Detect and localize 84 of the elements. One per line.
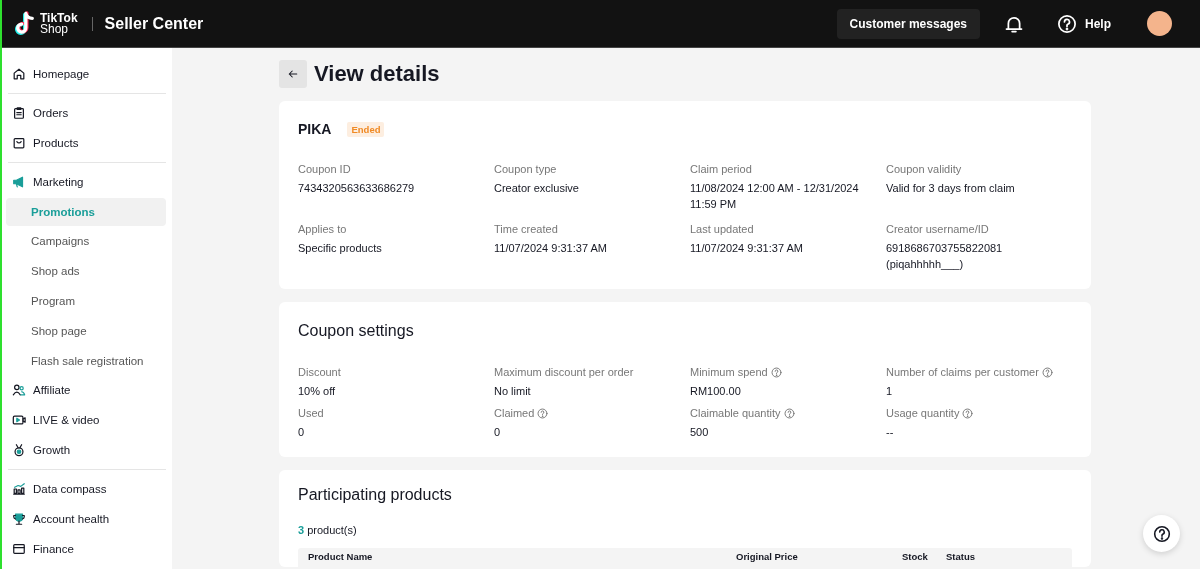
sidebar-subitem[interactable]: Shop ads — [6, 257, 166, 286]
column-header: Original Price — [736, 551, 799, 564]
field-label: Time created — [494, 222, 559, 237]
field-label: Last updated — [690, 222, 755, 237]
field-label: Coupon validity — [886, 162, 963, 177]
sidebar-item[interactable]: Account health — [6, 504, 166, 533]
back-button[interactable] — [279, 60, 307, 88]
section-title: Participating products — [298, 486, 453, 504]
field-label: Discount — [298, 365, 341, 380]
field-value: Specific products — [298, 241, 383, 256]
field-value: 0 — [298, 425, 306, 440]
field-value: 11/07/2024 9:31:37 AM — [494, 241, 608, 256]
field-label: Claimable quantity — [690, 406, 781, 421]
trophy-icon — [12, 511, 26, 526]
help-button[interactable] — [1143, 515, 1180, 552]
field-label: Used — [298, 406, 324, 421]
help-icon — [1152, 524, 1171, 543]
column-header: Product Name — [308, 551, 374, 564]
sidebar-item[interactable]: Data compass — [6, 474, 166, 503]
sidebar-item[interactable]: Products — [6, 128, 166, 157]
field-value: 11/08/2024 12:00 AM - 12/31/2024 11:59 PM — [690, 181, 860, 212]
help-icon — [1057, 13, 1077, 34]
logo-text: Shop — [40, 23, 69, 35]
field-label: Applies to — [298, 222, 348, 237]
field-value: 1 — [886, 384, 894, 399]
clipboard-icon — [12, 106, 26, 120]
customer-messages-button[interactable]: Customer messages — [836, 8, 980, 39]
field-label: Coupon type — [494, 162, 558, 177]
help-icon — [770, 366, 782, 378]
sidebar-item[interactable]: Homepage — [6, 60, 166, 88]
field-value: Creator exclusive — [494, 181, 580, 196]
sidebar-subitem[interactable]: Campaigns — [6, 227, 166, 256]
avatar[interactable] — [1147, 11, 1172, 36]
field-value: Valid for 3 days from claim — [886, 181, 1016, 196]
field-label: Claimed — [494, 406, 535, 421]
sidebar-item[interactable]: Orders — [6, 99, 166, 127]
field-value: No limit — [494, 384, 532, 399]
sidebar-item[interactable]: Marketing — [6, 167, 166, 196]
sidebar-item[interactable]: LIVE & video — [6, 406, 166, 435]
field-label: Creator username/ID — [886, 222, 990, 237]
field-value: -- — [886, 425, 895, 440]
help-icon — [783, 407, 795, 419]
field-value: 10% off — [298, 384, 337, 399]
product-count: 3 — [298, 524, 305, 536]
field-value: 500 — [690, 425, 710, 440]
sidebar-item[interactable]: Affiliate — [6, 376, 166, 405]
field-value: 7434320563633686279 — [298, 181, 416, 196]
app-title: Seller Center — [104, 14, 204, 33]
section-title: Coupon settings — [298, 322, 415, 340]
sidebar-item[interactable]: Finance — [6, 534, 166, 563]
medal-icon — [12, 442, 26, 457]
product-count-label: product(s) — [307, 524, 357, 536]
field-value: RM100.00 — [690, 384, 742, 399]
sidebar-subitem[interactable]: Program — [6, 287, 166, 315]
megaphone-icon — [12, 174, 26, 189]
logo-text: TikTok — [40, 12, 78, 24]
field-value: 6918686703755822081 (piqahhhhh___) — [886, 241, 1004, 272]
house-icon — [12, 67, 26, 81]
field-label: Usage quantity — [886, 406, 960, 421]
help-icon — [537, 407, 549, 419]
field-label: Claim period — [690, 162, 753, 177]
column-header: Stock — [902, 551, 929, 564]
arrow-left-icon — [287, 68, 299, 80]
bag-icon — [12, 135, 26, 150]
field-label: Maximum discount per order — [494, 365, 634, 380]
help-icon — [962, 407, 974, 419]
sidebar-subitem[interactable]: Shop page — [6, 316, 166, 345]
video-camera-icon — [12, 413, 26, 428]
field-value: 0 — [494, 425, 502, 440]
field-label: Minimum spend — [690, 365, 768, 380]
bar-chart-icon — [12, 481, 26, 496]
people-icon — [12, 383, 26, 398]
help-button[interactable]: Help — [1057, 13, 1111, 34]
field-label: Coupon ID — [298, 162, 352, 177]
coupon-name: PIKA — [298, 121, 332, 137]
card-icon — [12, 541, 26, 556]
page-title: View details — [314, 61, 440, 87]
sidebar-subitem[interactable]: Flash sale registration — [6, 346, 166, 375]
field-value: 11/07/2024 9:31:37 AM — [690, 241, 804, 256]
sidebar-item[interactable]: Growth — [6, 435, 166, 464]
help-icon — [1041, 366, 1053, 378]
column-header: Status — [946, 551, 976, 564]
field-label: Number of claims per customer — [886, 365, 1039, 380]
status-tag: Ended — [347, 121, 385, 137]
